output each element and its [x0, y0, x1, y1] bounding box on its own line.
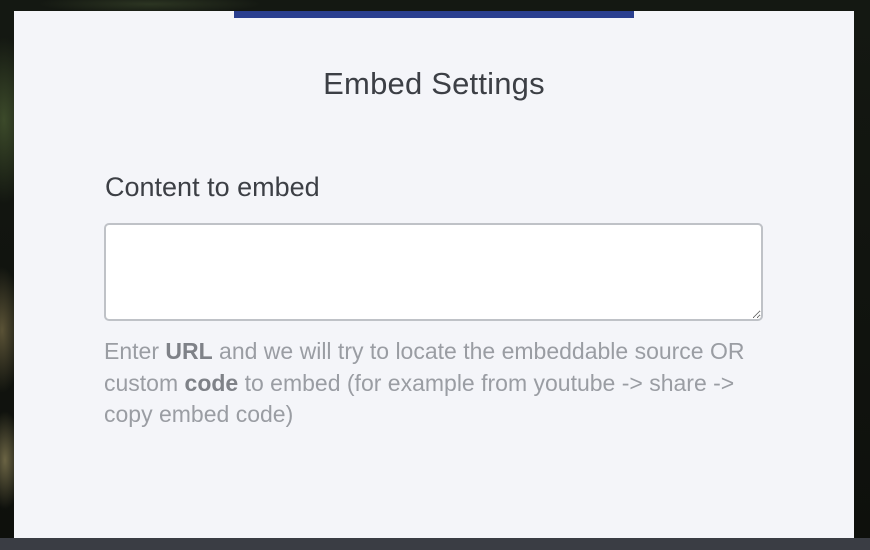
help-text: Enter URL and we will try to locate the … [104, 336, 784, 431]
help-text-code-keyword: code [184, 369, 239, 396]
embed-settings-modal: Embed Settings Content to embed Enter UR… [14, 11, 854, 538]
content-to-embed-label: Content to embed [105, 172, 320, 202]
help-text-part: Enter [104, 338, 166, 364]
bottom-bar [0, 538, 870, 550]
help-text-url-keyword: URL [165, 338, 213, 364]
accent-bar [234, 11, 634, 18]
content-to-embed-input[interactable] [104, 223, 763, 321]
modal-title: Embed Settings [323, 66, 545, 101]
